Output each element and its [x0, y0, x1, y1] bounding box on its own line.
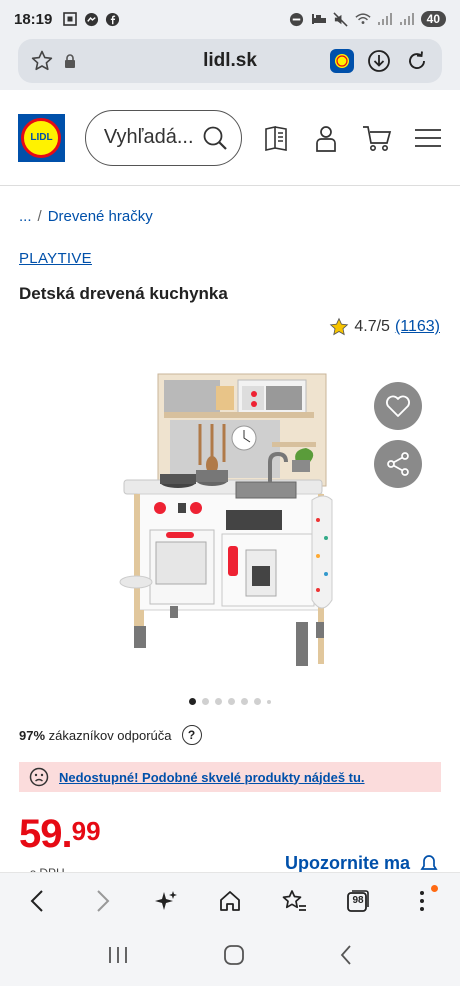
- recommend-text: zákazníkov odporúča: [48, 727, 172, 743]
- menu-icon[interactable]: [414, 124, 442, 152]
- share-icon: [384, 450, 412, 478]
- facebook-icon: [104, 11, 120, 27]
- lidl-logo[interactable]: LIDL: [18, 113, 65, 162]
- logo-text: LIDL: [21, 117, 62, 158]
- chevron-left-icon: [30, 889, 43, 912]
- recent-apps-icon: [109, 946, 127, 963]
- notification-dot: [431, 884, 438, 892]
- wishlist-button[interactable]: [374, 382, 422, 430]
- gallery-dot[interactable]: [215, 698, 222, 705]
- notify-label: Upozornite ma: [285, 852, 411, 873]
- forward-button[interactable]: [84, 883, 120, 919]
- review-count-link[interactable]: (1163): [395, 318, 440, 336]
- leaflet-icon[interactable]: [262, 124, 290, 152]
- screenshot-icon: [62, 11, 78, 27]
- breadcrumb-separator: /: [37, 208, 42, 225]
- site-header: LIDL Vyhľadá...: [0, 90, 460, 186]
- tabs-button[interactable]: 98: [340, 883, 376, 919]
- breadcrumb: ... / Drevené hračky: [19, 208, 153, 225]
- gallery-dot[interactable]: [241, 698, 248, 705]
- product-title: Detská drevená kuchynka: [19, 284, 228, 303]
- gallery-dot[interactable]: [267, 699, 271, 704]
- chevron-right-icon: [97, 889, 110, 912]
- bell-icon: [418, 852, 440, 874]
- more-vertical-icon: [420, 890, 424, 911]
- messenger-icon: [83, 11, 99, 27]
- recommendation-info: 97% zákazníkov odporúča ?: [19, 725, 202, 745]
- unavailable-alert: Nedostupné! Podobné skvelé produkty nájd…: [19, 762, 441, 792]
- home-button[interactable]: [212, 883, 248, 919]
- gallery-dot[interactable]: [202, 698, 209, 705]
- brand-link[interactable]: PLAYTIVE: [19, 250, 92, 267]
- wifi-icon: [355, 11, 371, 27]
- recommend-percent: 97%: [19, 727, 46, 743]
- breadcrumb-category[interactable]: Drevené hračky: [48, 208, 153, 225]
- star-bookmark-icon[interactable]: [30, 49, 54, 73]
- more-menu-button[interactable]: [404, 883, 440, 919]
- ai-assistant-button[interactable]: [148, 883, 184, 919]
- price-decimal: 99: [71, 816, 101, 846]
- price-integer: 59.: [19, 812, 73, 856]
- sleep-mode-icon: [311, 11, 327, 27]
- product-rating: 4.7/5 (1163): [329, 317, 440, 337]
- address-bar[interactable]: lidl.sk: [18, 39, 442, 83]
- notify-me-button[interactable]: Upozornite ma: [285, 852, 440, 874]
- system-nav-bar: [0, 928, 460, 986]
- back-nav-button[interactable]: [339, 944, 353, 971]
- product-price: 59. 99: [19, 812, 101, 857]
- recent-apps-button[interactable]: [107, 945, 129, 970]
- back-chevron-icon: [340, 944, 351, 965]
- home-circle-icon: [224, 944, 244, 965]
- rating-value: 4.7/5: [354, 318, 390, 335]
- download-icon[interactable]: [366, 48, 392, 74]
- status-bar: 18:19 40: [0, 0, 460, 38]
- reload-icon[interactable]: [404, 48, 430, 74]
- heart-icon: [384, 392, 412, 420]
- mute-icon: [333, 11, 349, 27]
- star-list-icon: [282, 889, 306, 911]
- search-icon[interactable]: [201, 124, 229, 152]
- battery-indicator: 40: [420, 11, 446, 27]
- gallery-pagination: [0, 698, 460, 705]
- gallery-dot[interactable]: [254, 698, 261, 705]
- gallery-dot[interactable]: [228, 698, 235, 705]
- bookmarks-button[interactable]: [276, 883, 312, 919]
- home-nav-button[interactable]: [223, 944, 245, 971]
- status-time: 18:19: [14, 10, 53, 28]
- cart-icon[interactable]: [362, 124, 392, 152]
- signal-icon-2: [399, 11, 415, 27]
- help-icon[interactable]: ?: [181, 725, 202, 745]
- user-icon[interactable]: [312, 124, 340, 152]
- gallery-dot[interactable]: [189, 698, 196, 705]
- dnd-icon: [289, 11, 305, 27]
- search-input[interactable]: Vyhľadá...: [84, 109, 242, 166]
- browser-bottom-bar: 98: [0, 872, 460, 928]
- alert-link[interactable]: Nedostupné! Podobné skvelé produkty nájd…: [59, 770, 365, 785]
- lidl-plus-icon[interactable]: [330, 49, 354, 73]
- star-icon: [329, 317, 349, 337]
- back-button[interactable]: [20, 883, 56, 919]
- browser-toolbar: lidl.sk: [0, 38, 460, 90]
- breadcrumb-ellipsis[interactable]: ...: [19, 208, 32, 225]
- share-button[interactable]: [374, 440, 422, 488]
- search-placeholder: Vyhľadá...: [103, 126, 194, 148]
- tabs-count: 98: [352, 895, 364, 906]
- signal-icon: [377, 11, 393, 27]
- sad-face-icon: [29, 767, 49, 787]
- lock-icon: [62, 53, 78, 69]
- product-image-gallery[interactable]: [0, 350, 460, 690]
- home-icon: [220, 890, 240, 911]
- sparkle-icon: [155, 890, 177, 910]
